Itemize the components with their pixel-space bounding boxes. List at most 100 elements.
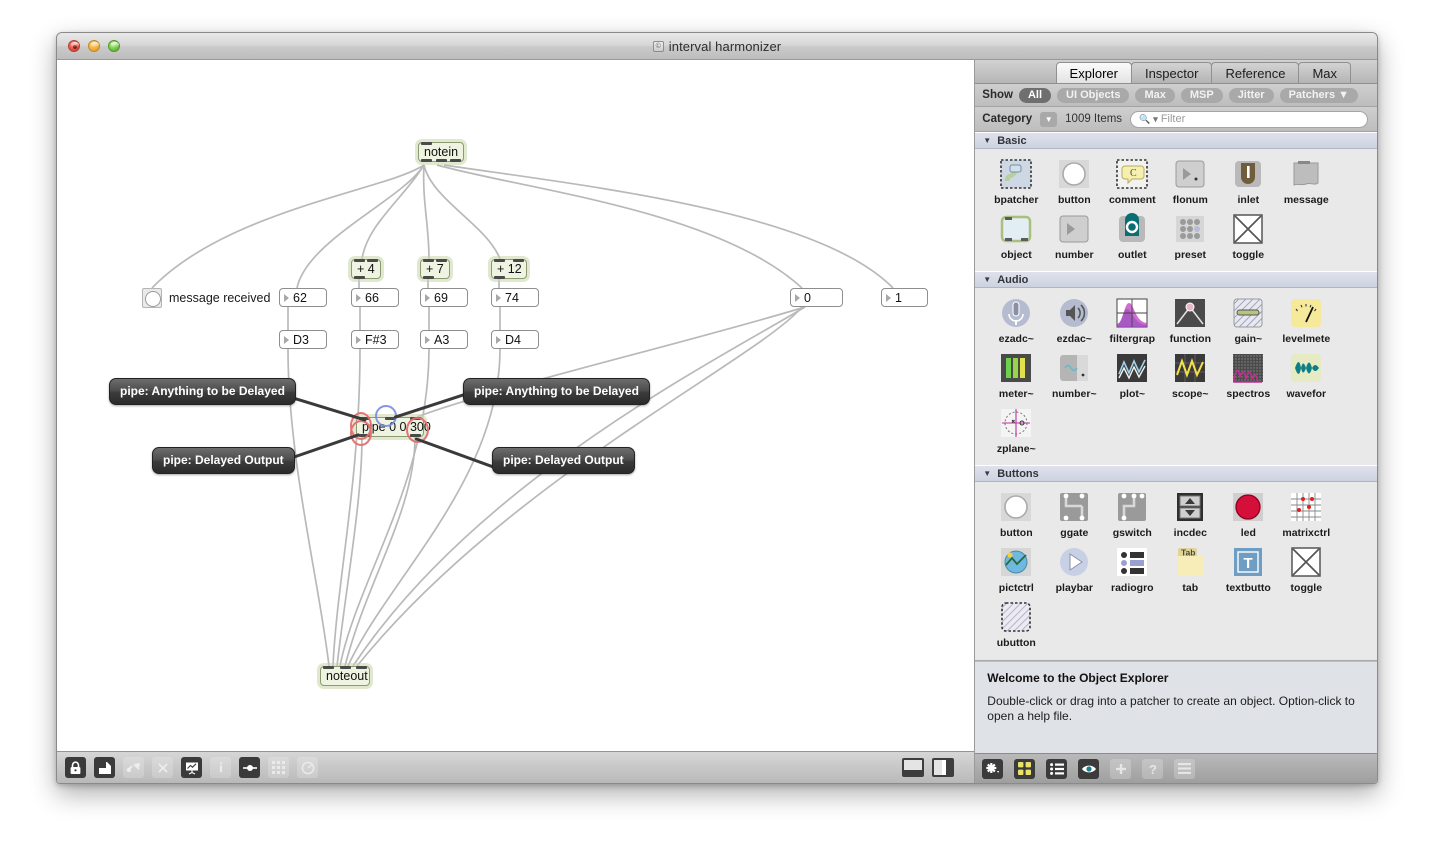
object-cell-function[interactable]: function [1162, 294, 1218, 345]
max-object-add12[interactable]: + 12 [491, 259, 527, 279]
object-cell-ubutton[interactable]: ubutton [988, 598, 1044, 649]
gear-icon[interactable] [982, 758, 1004, 779]
number-box-74[interactable]: 74 [491, 288, 539, 307]
info-icon[interactable] [210, 757, 231, 778]
snap-icon[interactable] [297, 757, 318, 778]
outlet-nub[interactable] [354, 276, 365, 279]
inlet-nub[interactable] [513, 259, 524, 262]
note-box-d4[interactable]: D4 [491, 330, 539, 349]
chevron-down-icon[interactable]: ▼ [1040, 111, 1058, 127]
list-view-icon[interactable] [1046, 758, 1068, 779]
tab-explorer[interactable]: Explorer [1055, 62, 1132, 83]
lock-icon[interactable] [65, 757, 86, 778]
inlet-nub[interactable] [367, 259, 378, 262]
presentation-icon[interactable] [181, 757, 202, 778]
pane-bottom-icon[interactable] [902, 758, 925, 777]
object-cell-zplane[interactable]: zplane~ [988, 404, 1044, 455]
object-cell-preset[interactable]: preset [1162, 210, 1218, 261]
object-cell-inlet[interactable]: inlet [1220, 155, 1276, 206]
object-cell-comment[interactable]: C comment [1104, 155, 1160, 206]
number-box-0[interactable]: 0 [790, 288, 843, 307]
inspector-icon[interactable] [239, 757, 260, 778]
inlet-nub[interactable] [354, 259, 365, 262]
object-cell-toggle[interactable]: toggle [1220, 210, 1276, 261]
bang-button[interactable] [142, 288, 162, 308]
question-icon[interactable]: ? [1142, 758, 1164, 779]
object-cell-number[interactable]: number [1046, 210, 1102, 261]
outlet-nub[interactable] [423, 276, 434, 279]
search-box[interactable]: 🔍 ▾ [1130, 110, 1368, 128]
close-x-icon[interactable] [152, 757, 173, 778]
grid-view-icon[interactable] [1014, 758, 1036, 779]
object-cell-led[interactable]: led [1220, 488, 1276, 539]
object-cell-waveform[interactable]: wavefor [1278, 349, 1334, 400]
max-object-noteout[interactable]: noteout [320, 666, 370, 686]
max-object-notein[interactable]: notein [418, 142, 464, 162]
object-cell-spectroscope[interactable]: spectros [1220, 349, 1276, 400]
object-cell-playbar[interactable]: playbar [1046, 543, 1102, 594]
eye-icon[interactable] [1078, 758, 1100, 779]
inlet-nub[interactable] [340, 666, 351, 669]
plus-icon[interactable] [1110, 758, 1132, 779]
object-cell-levelmeter[interactable]: levelmete [1278, 294, 1334, 345]
section-header-buttons[interactable]: ▼ Buttons [975, 465, 1377, 482]
filter-ui-objects[interactable]: UI Objects [1057, 87, 1130, 103]
inlet-nub[interactable] [494, 259, 505, 262]
grid-icon[interactable] [268, 757, 289, 778]
max-object-add4[interactable]: + 4 [351, 259, 381, 279]
note-box-fsharp3[interactable]: F#3 [351, 330, 399, 349]
object-cell-bpatcher[interactable]: bpatcher [988, 155, 1044, 206]
object-cell-matrixctrl[interactable]: matrixctrl [1278, 488, 1334, 539]
number-box-1[interactable]: 1 [881, 288, 928, 307]
filter-jitter[interactable]: Jitter [1228, 87, 1274, 103]
filter-patchers[interactable]: Patchers ▼ [1279, 87, 1359, 103]
object-cell-radiogroup[interactable]: radiogro [1104, 543, 1160, 594]
object-cell-textbutton[interactable]: T textbutto [1220, 543, 1276, 594]
filter-all[interactable]: All [1018, 87, 1052, 103]
tab-inspector[interactable]: Inspector [1130, 62, 1213, 83]
number-box-66[interactable]: 66 [351, 288, 399, 307]
tab-max[interactable]: Max [1298, 62, 1351, 83]
object-cell-object[interactable]: object [988, 210, 1044, 261]
outlet-nub[interactable] [421, 159, 432, 162]
number-box-62[interactable]: 62 [279, 288, 327, 307]
hamburger-icon[interactable] [1174, 758, 1196, 779]
object-cell-flonum[interactable]: flonum [1162, 155, 1218, 206]
object-cell-ezdac[interactable]: ezdac~ [1046, 294, 1102, 345]
outlet-nub[interactable] [450, 159, 461, 162]
number-box-69[interactable]: 69 [420, 288, 468, 307]
object-cell-number-tilde[interactable]: number~ [1046, 349, 1102, 400]
object-cell-plot[interactable]: plot~ [1104, 349, 1160, 400]
new-object-icon[interactable] [94, 757, 115, 778]
max-object-add7[interactable]: + 7 [420, 259, 450, 279]
search-input[interactable] [1160, 113, 1359, 125]
inlet-nub[interactable] [356, 666, 367, 669]
patch-canvas[interactable]: notein + 4 + 7 + 12 pipe 0 0 300 noteout… [57, 60, 975, 751]
outlet-nub[interactable] [436, 159, 447, 162]
object-cell-gswitch[interactable]: gswitch [1104, 488, 1160, 539]
chevron-down-icon[interactable]: ▾ [1153, 114, 1158, 125]
object-cell-pictctrl[interactable]: pictctrl [988, 543, 1044, 594]
inlet-nub[interactable] [436, 259, 447, 262]
patchcord-icon[interactable] [123, 757, 144, 778]
object-cell-meter[interactable]: meter~ [988, 349, 1044, 400]
object-cell-tab[interactable]: Tab tab [1162, 543, 1218, 594]
section-header-basic[interactable]: ▼ Basic [975, 132, 1377, 149]
object-cell-gain[interactable]: gain~ [1220, 294, 1276, 345]
pane-right-icon[interactable] [932, 758, 955, 777]
object-cell-scope[interactable]: scope~ [1162, 349, 1218, 400]
object-cell-ggate[interactable]: ggate [1046, 488, 1102, 539]
tab-reference[interactable]: Reference [1211, 62, 1300, 83]
filter-max[interactable]: Max [1135, 87, 1175, 103]
section-header-audio[interactable]: ▼ Audio [975, 271, 1377, 288]
explorer-list[interactable]: ▼ Basic bpatcher button C comment flonum… [975, 132, 1377, 661]
filter-msp[interactable]: MSP [1180, 87, 1223, 103]
inlet-nub[interactable] [421, 142, 432, 145]
object-cell-incdec[interactable]: incdec [1162, 488, 1218, 539]
note-box-d3[interactable]: D3 [279, 330, 327, 349]
object-cell-message[interactable]: message [1278, 155, 1334, 206]
object-cell-toggle2[interactable]: toggle [1278, 543, 1334, 594]
inlet-nub[interactable] [423, 259, 434, 262]
object-cell-button[interactable]: button [1046, 155, 1102, 206]
inlet-nub[interactable] [323, 666, 334, 669]
